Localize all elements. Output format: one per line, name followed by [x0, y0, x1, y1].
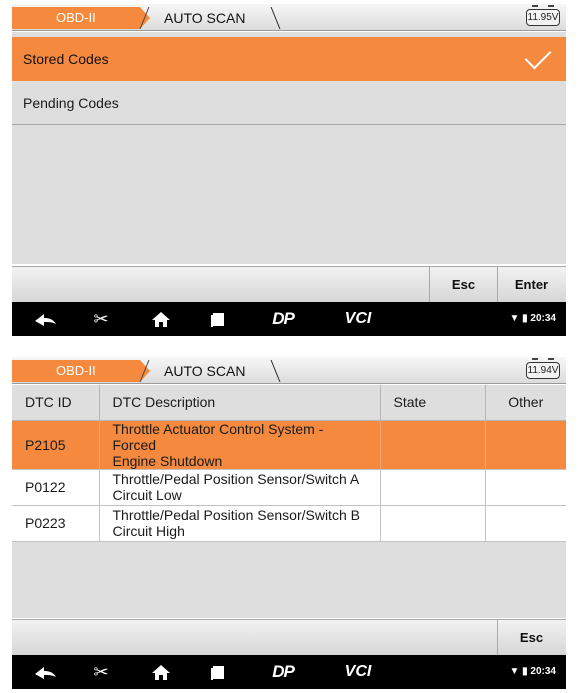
menu-item-label: Pending Codes [23, 95, 119, 111]
scissors-icon[interactable]: ✂ [91, 655, 111, 689]
wifi-icon: ▼ [509, 666, 520, 677]
home-icon[interactable] [150, 302, 172, 336]
dtc-state [380, 505, 486, 542]
clock: 20:34 [530, 313, 556, 324]
menu-list: Stored Codes Pending Codes [12, 32, 566, 264]
dtc-other [485, 420, 566, 470]
header-bar: OBD-II AUTO SCAN 11.95V [12, 4, 566, 31]
esc-button[interactable]: Esc [429, 267, 497, 302]
tab-auto-scan[interactable]: AUTO SCAN [150, 360, 272, 382]
esc-button[interactable]: Esc [497, 620, 565, 655]
dp-icon[interactable]: DP [265, 655, 301, 689]
back-icon[interactable] [32, 302, 58, 336]
system-nav-bar: ✂ DP VCI ▼ ▮ 20:34 [12, 302, 566, 336]
dtc-id: P2105 [12, 420, 100, 470]
battery-voltage: 11.95V [526, 5, 560, 26]
tab-auto-scan[interactable]: AUTO SCAN [150, 7, 272, 29]
dtc-id: P0122 [12, 469, 100, 506]
back-icon[interactable] [32, 655, 58, 689]
dtc-state [380, 469, 486, 506]
dtc-state [380, 420, 486, 470]
table-row[interactable]: P0223 Throttle/Pedal Position Sensor/Swi… [12, 505, 566, 542]
tab-obd-ii[interactable]: OBD-II [12, 360, 150, 382]
status-area: ▼ ▮ 20:34 [509, 302, 556, 336]
vci-icon[interactable]: VCI [339, 655, 377, 689]
menu-item-label: Stored Codes [23, 51, 109, 67]
column-header-description: DTC Description [99, 385, 381, 421]
dtc-other [485, 505, 566, 542]
tab-obd-ii[interactable]: OBD-II [12, 7, 150, 29]
recent-apps-icon[interactable] [209, 655, 227, 689]
enter-button[interactable]: Enter [497, 267, 565, 302]
dtc-table-area: DTC ID DTC Description State Other P2105… [12, 385, 566, 618]
dtc-description: Throttle/Pedal Position Sensor/Switch BC… [99, 505, 381, 542]
dp-icon[interactable]: DP [265, 302, 301, 336]
home-icon[interactable] [150, 655, 172, 689]
recent-apps-icon[interactable] [209, 302, 227, 336]
dtc-description: Throttle/Pedal Position Sensor/Switch AC… [99, 469, 381, 506]
dtc-table: DTC ID DTC Description State Other P2105… [12, 385, 566, 542]
column-header-other: Other [485, 385, 566, 421]
status-area: ▼ ▮ 20:34 [509, 655, 556, 689]
vci-icon[interactable]: VCI [339, 302, 377, 336]
check-icon [524, 42, 552, 70]
action-bar: Esc Enter [12, 266, 566, 302]
signal-icon: ▮ [522, 666, 528, 677]
battery-voltage: 11.94V [526, 358, 560, 379]
scissors-icon[interactable]: ✂ [91, 302, 111, 336]
table-row[interactable]: P2105 Throttle Actuator Control System -… [12, 420, 566, 470]
menu-item-stored-codes[interactable]: Stored Codes [12, 37, 566, 81]
clock: 20:34 [530, 666, 556, 677]
system-nav-bar: ✂ DP VCI ▼ ▮ 20:34 [12, 655, 566, 689]
table-header-row: DTC ID DTC Description State Other [12, 385, 566, 421]
signal-icon: ▮ [522, 313, 528, 324]
header-bar: OBD-II AUTO SCAN 11.94V [12, 357, 566, 384]
dtc-id: P0223 [12, 505, 100, 542]
action-bar: Esc [12, 619, 566, 655]
stored-codes-screen: OBD-II AUTO SCAN 11.95V Stored Codes Pen… [12, 4, 566, 336]
wifi-icon: ▼ [509, 313, 520, 324]
table-row[interactable]: P0122 Throttle/Pedal Position Sensor/Swi… [12, 469, 566, 506]
menu-item-pending-codes[interactable]: Pending Codes [12, 81, 566, 125]
dtc-description: Throttle Actuator Control System - Force… [99, 420, 381, 470]
dtc-other [485, 469, 566, 506]
column-header-state: State [380, 385, 486, 421]
dtc-list-screen: OBD-II AUTO SCAN 11.94V DTC ID DTC Descr… [12, 357, 566, 689]
column-header-dtc-id: DTC ID [12, 385, 100, 421]
